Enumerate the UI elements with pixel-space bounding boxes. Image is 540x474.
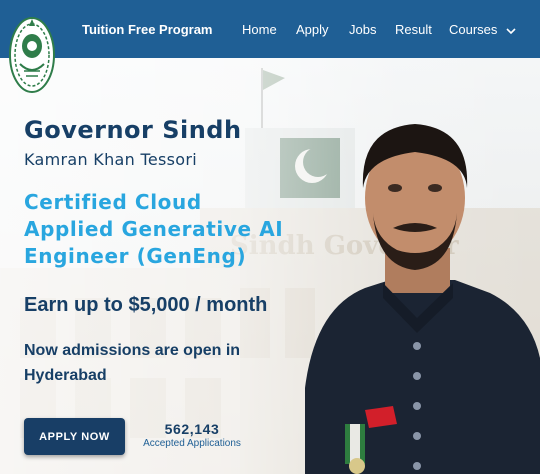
brand-title[interactable]: Tuition Free Program [82,22,213,37]
program-line: Engineer (GenEng) [24,244,247,268]
applications-count: 562,143 [164,421,220,437]
nav-apply[interactable]: Apply [296,22,329,37]
program-line: Applied Generative AI [24,217,284,241]
page-title: Governor Sindh [24,116,242,144]
nav-jobs[interactable]: Jobs [349,22,376,37]
hero-section: Sindh Governor Governor Sindh Kamran Kha… [0,58,540,474]
nav-courses[interactable]: Courses [449,22,517,37]
governor-sindh-emblem-icon[interactable] [8,16,56,94]
applications-label: Accepted Applications [143,438,241,449]
program-title: Certified Cloud Applied Generative AI En… [24,189,324,270]
nav-home[interactable]: Home [242,22,277,37]
earning-headline: Earn up to $5,000 / month [24,294,268,316]
applications-stat: 562,143 Accepted Applications [138,421,246,449]
apply-now-button[interactable]: APPLY NOW [24,418,125,455]
governor-portrait-image [305,124,540,474]
chevron-down-icon [506,27,516,34]
nav-result[interactable]: Result [395,22,432,37]
program-line: Certified Cloud [24,190,202,214]
admission-notice: Now admissions are open in Hyderabad [24,342,241,384]
nav-courses-label: Courses [449,22,498,37]
top-navbar: Tuition Free Program Home Apply Jobs Res… [0,0,540,58]
governor-name: Kamran Khan Tessori [24,150,197,169]
